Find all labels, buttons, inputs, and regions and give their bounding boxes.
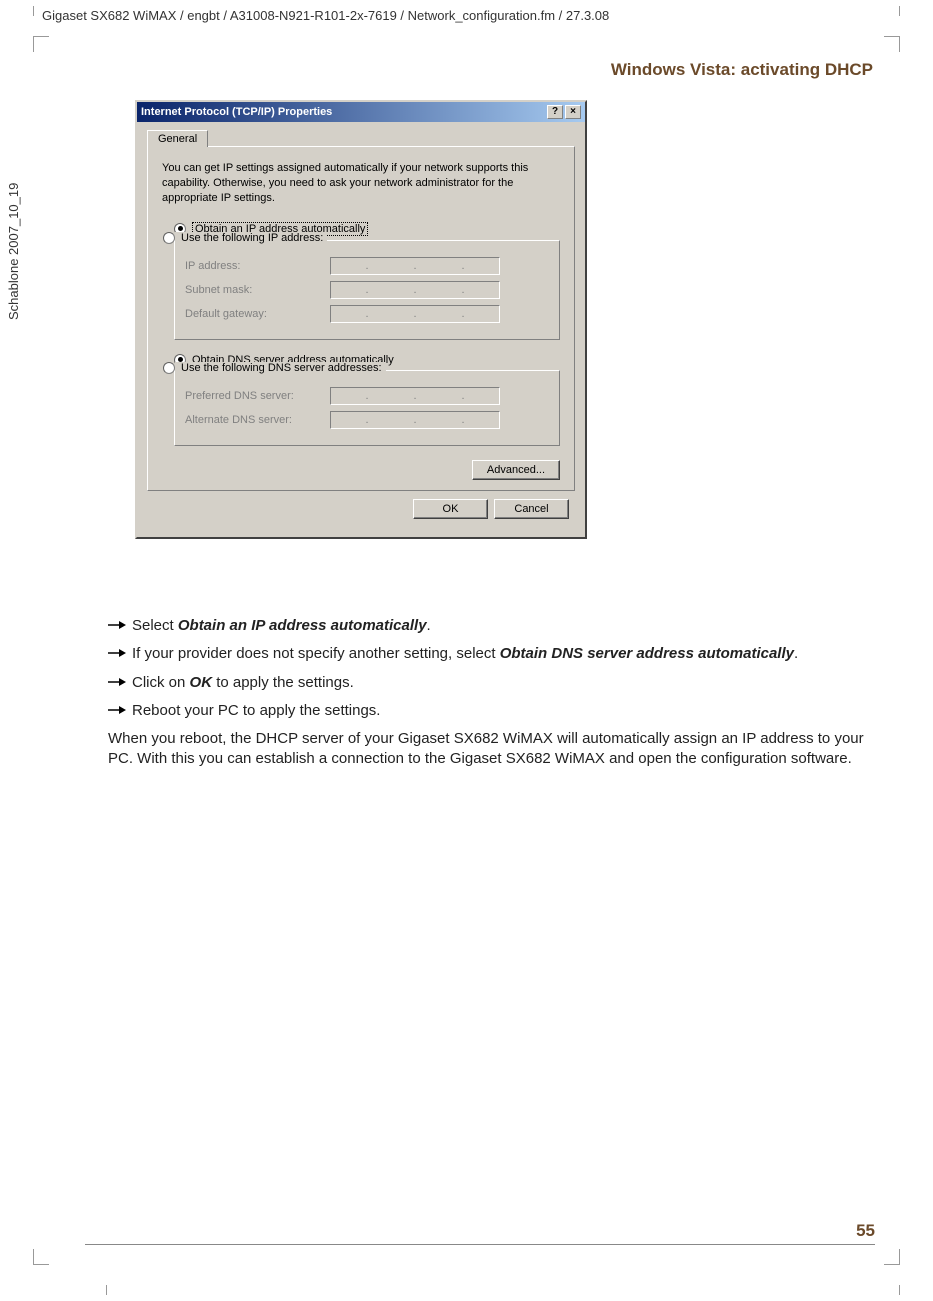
text: If your provider does not specify anothe…: [132, 645, 500, 662]
arrow-right-icon: [108, 701, 132, 721]
arrow-right-icon: [108, 616, 132, 636]
instruction-body: Select Obtain an IP address automaticall…: [108, 616, 868, 770]
radio-use-ip[interactable]: [163, 232, 175, 244]
input-subnet-mask: ...: [330, 281, 500, 299]
crop-tick: [33, 6, 34, 16]
tab-general[interactable]: General: [147, 130, 208, 147]
arrow-right-icon: [108, 644, 132, 664]
crop-tick: [899, 1285, 900, 1295]
input-ip-address: ...: [330, 257, 500, 275]
label-subnet-mask: Subnet mask:: [185, 284, 330, 296]
bold-term: OK: [190, 674, 213, 691]
label-preferred-dns: Preferred DNS server:: [185, 390, 330, 402]
dialog-titlebar: Internet Protocol (TCP/IP) Properties ? …: [137, 102, 585, 122]
list-item: Reboot your PC to apply the settings.: [108, 701, 868, 721]
label-alternate-dns: Alternate DNS server:: [185, 414, 330, 426]
crop-mark: [884, 36, 900, 52]
help-button[interactable]: ?: [547, 105, 563, 119]
list-item: If your provider does not specify anothe…: [108, 644, 868, 664]
crop-mark: [33, 1249, 49, 1265]
footer-rule: [85, 1244, 875, 1245]
close-button[interactable]: ×: [565, 105, 581, 119]
text: to apply the settings.: [212, 674, 354, 691]
bold-term: Obtain an IP address automatically: [178, 617, 427, 634]
text: .: [794, 645, 798, 662]
tcpip-properties-dialog: Internet Protocol (TCP/IP) Properties ? …: [135, 100, 587, 539]
radio-use-dns-label: Use the following DNS server addresses:: [181, 362, 382, 374]
paragraph: When you reboot, the DHCP server of your…: [108, 729, 868, 770]
list-item: Click on OK to apply the settings.: [108, 673, 868, 693]
text: Reboot your PC to apply the settings.: [132, 701, 868, 721]
crop-mark: [33, 36, 49, 52]
radio-use-ip-label: Use the following IP address:: [181, 232, 323, 244]
input-alternate-dns: ...: [330, 411, 500, 429]
label-ip-address: IP address:: [185, 260, 330, 272]
arrow-right-icon: [108, 673, 132, 693]
radio-use-dns[interactable]: [163, 362, 175, 374]
advanced-button[interactable]: Advanced...: [472, 460, 560, 480]
cancel-button[interactable]: Cancel: [494, 499, 569, 519]
input-default-gateway: ...: [330, 305, 500, 323]
text: .: [427, 617, 431, 634]
page-section-title: Windows Vista: activating DHCP: [611, 60, 873, 80]
label-default-gateway: Default gateway:: [185, 308, 330, 320]
crop-tick: [106, 1285, 107, 1295]
header-path: Gigaset SX682 WiMAX / engbt / A31008-N92…: [42, 8, 609, 23]
list-item: Select Obtain an IP address automaticall…: [108, 616, 868, 636]
crop-mark: [884, 1249, 900, 1265]
dialog-intro-text: You can get IP settings assigned automat…: [162, 161, 560, 206]
text: Select: [132, 617, 178, 634]
dialog-title: Internet Protocol (TCP/IP) Properties: [141, 106, 332, 118]
text: Click on: [132, 674, 190, 691]
template-version-label: Schablone 2007_10_19: [6, 183, 21, 320]
input-preferred-dns: ...: [330, 387, 500, 405]
bold-term: Obtain DNS server address automatically: [500, 645, 794, 662]
ok-button[interactable]: OK: [413, 499, 488, 519]
crop-tick: [899, 6, 900, 16]
page-number: 55: [856, 1221, 875, 1241]
